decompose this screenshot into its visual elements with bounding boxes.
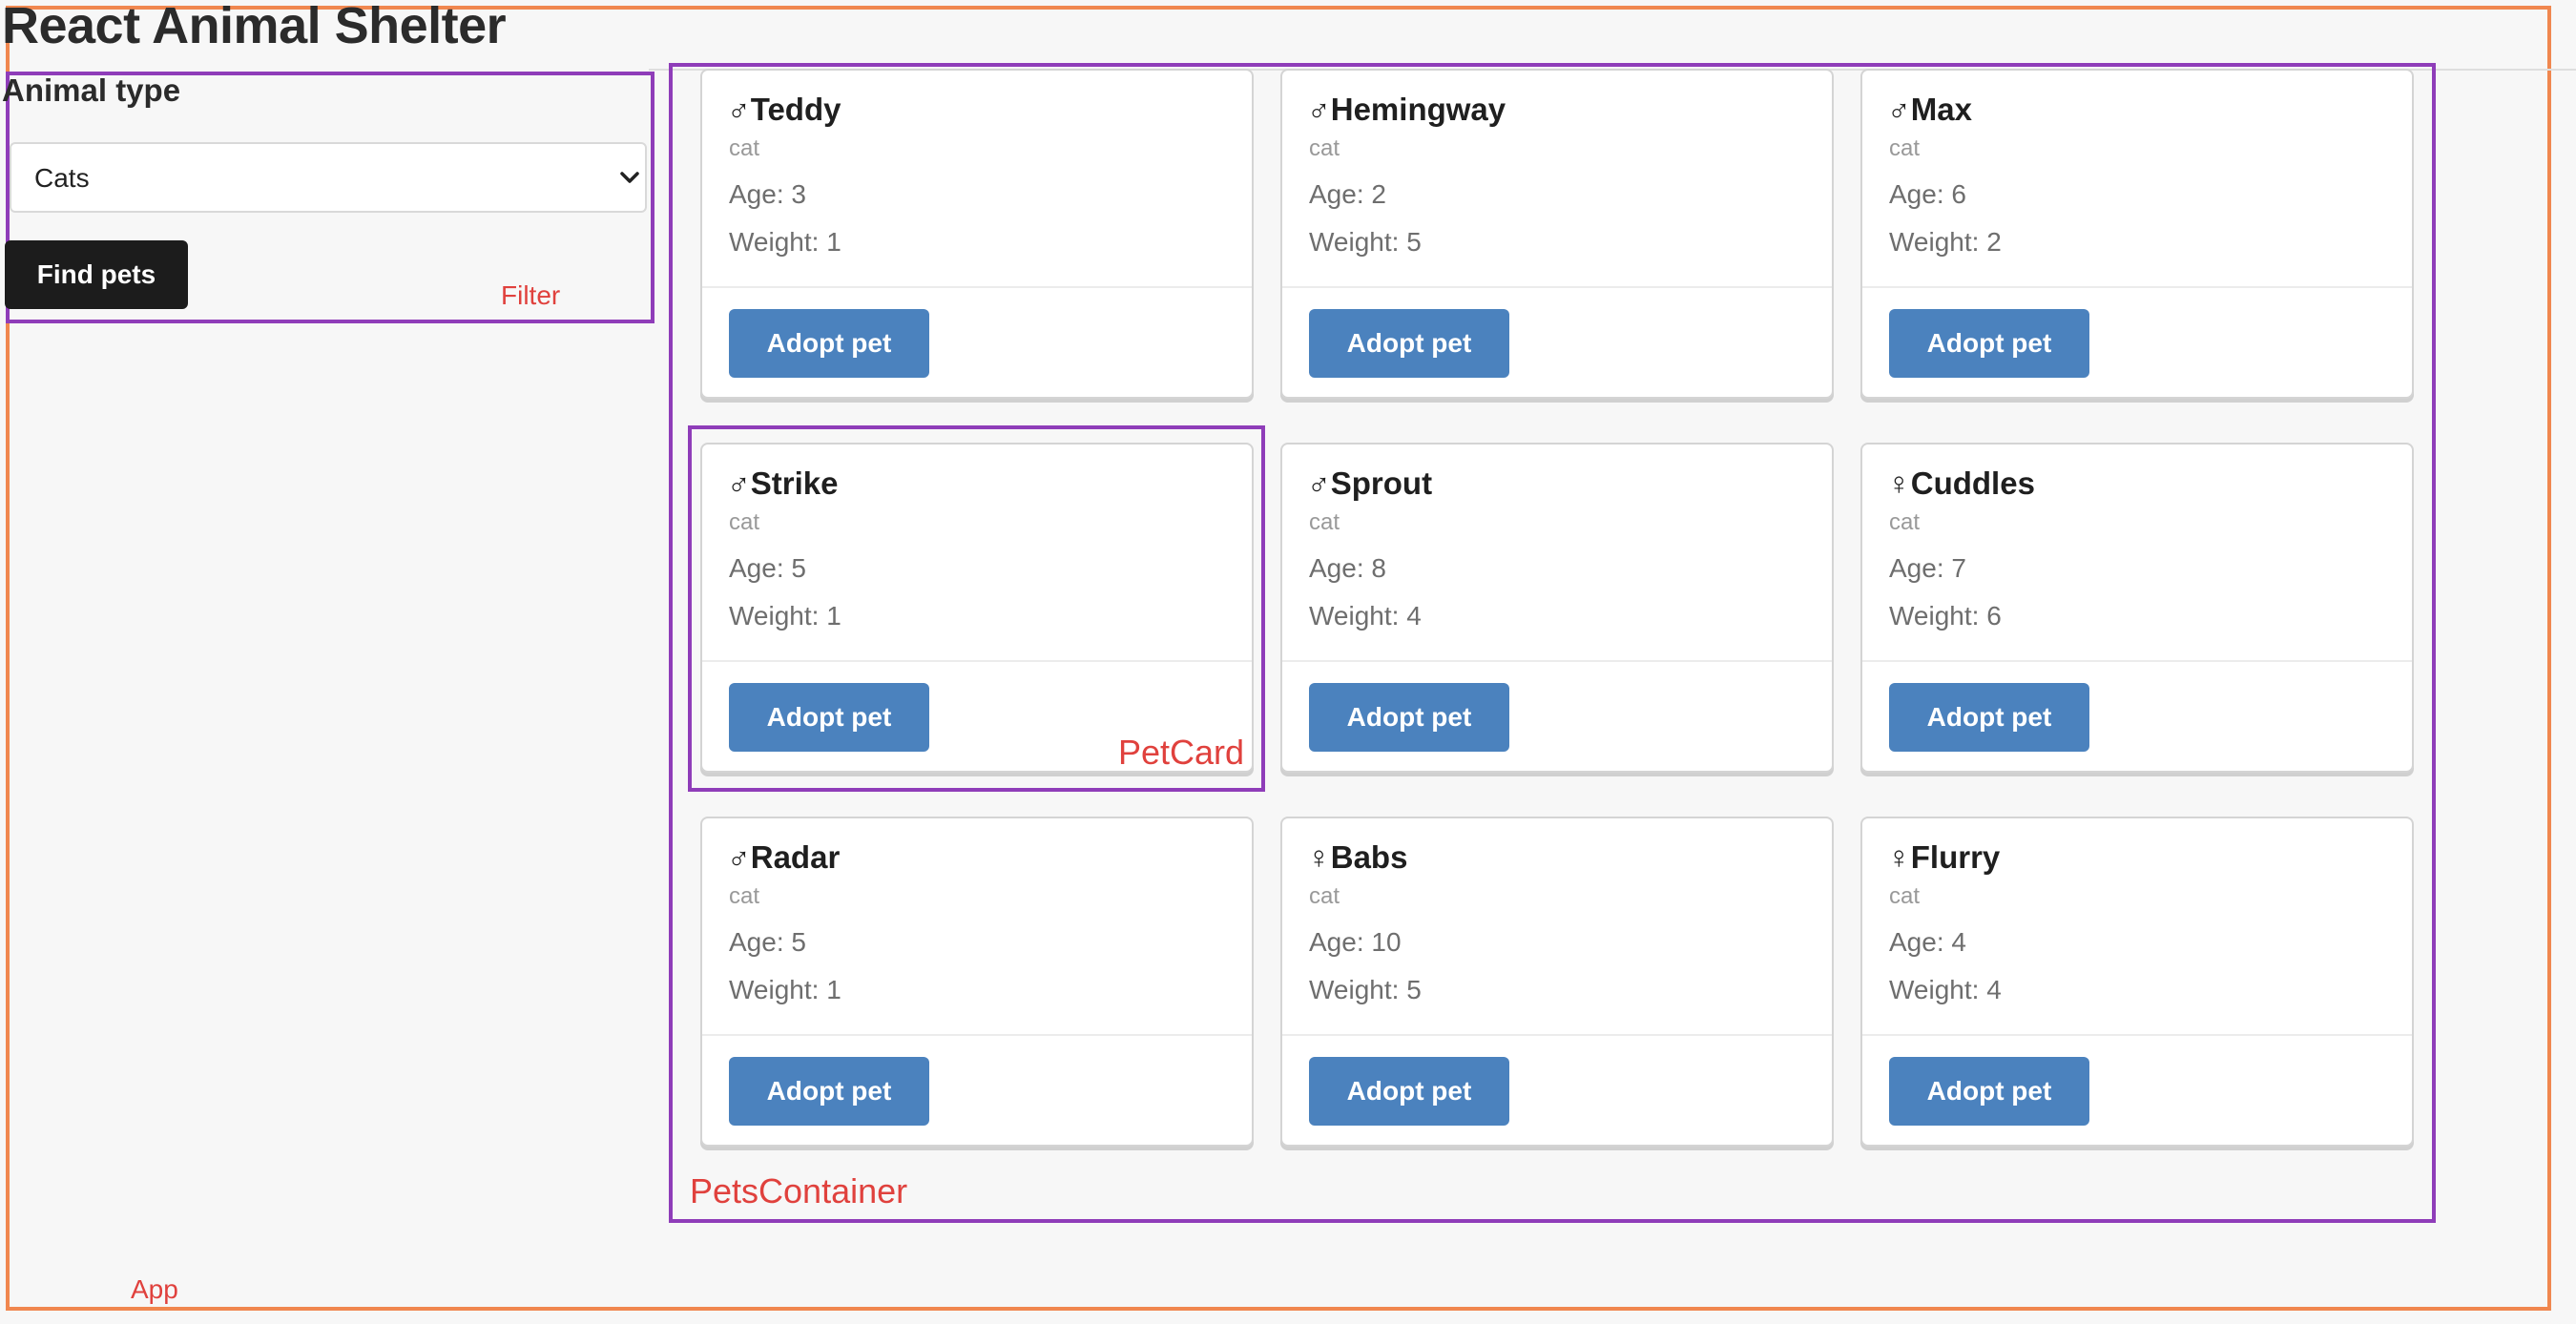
pet-card: ♂Sprout cat Age: 8 Weight: 4 Adopt pet (1280, 443, 1834, 773)
page-title: React Animal Shelter (2, 0, 507, 54)
card-divider (1282, 286, 1832, 288)
pets-container-component-label: PetsContainer (690, 1171, 908, 1210)
card-divider (1862, 660, 2412, 662)
pet-name: ♂Max (1887, 92, 1972, 127)
pet-type: cat (1889, 135, 1921, 161)
filter-component-label: Filter (501, 280, 561, 310)
pet-name: ♂Sprout (1307, 465, 1433, 501)
pet-age: Age: 8 (1309, 553, 1386, 583)
chevron-down-icon (620, 172, 639, 183)
pet-type: cat (1309, 883, 1340, 909)
card-divider (702, 286, 1252, 288)
pet-card: ♀Babs cat Age: 10 Weight: 5 Adopt pet (1280, 817, 1834, 1147)
pet-age: Age: 2 (1309, 179, 1386, 209)
pet-card: ♀Cuddles cat Age: 7 Weight: 6 Adopt pet (1860, 443, 2414, 773)
pet-name: ♀Flurry (1887, 839, 2001, 875)
pet-age: Age: 7 (1889, 553, 1966, 583)
app-component-label: App (131, 1274, 178, 1304)
card-divider (1862, 1034, 2412, 1036)
adopt-pet-button[interactable]: Adopt pet (1889, 309, 2089, 378)
pet-weight: Weight: 4 (1889, 975, 2002, 1004)
pet-type: cat (1889, 509, 1921, 535)
pet-age: Age: 10 (1309, 927, 1402, 957)
pet-card: ♂Max cat Age: 6 Weight: 2 Adopt pet (1860, 69, 2414, 399)
adopt-pet-button[interactable]: Adopt pet (1889, 683, 2089, 752)
pet-weight: Weight: 1 (729, 227, 841, 257)
pet-type: cat (1309, 509, 1340, 535)
pet-weight: Weight: 4 (1309, 601, 1422, 631)
card-divider (1282, 1034, 1832, 1036)
card-divider (702, 1034, 1252, 1036)
card-divider (1862, 286, 2412, 288)
pet-age: Age: 4 (1889, 927, 1966, 957)
pet-name: ♀Babs (1307, 839, 1408, 875)
pet-name: ♂Hemingway (1307, 92, 1506, 127)
pet-type: cat (1889, 883, 1921, 909)
card-divider (1282, 660, 1832, 662)
adopt-pet-button[interactable]: Adopt pet (729, 1057, 929, 1126)
adopt-pet-button[interactable]: Adopt pet (1309, 683, 1509, 752)
pet-weight: Weight: 5 (1309, 227, 1422, 257)
pet-card: ♀Flurry cat Age: 4 Weight: 4 Adopt pet (1860, 817, 2414, 1147)
pet-weight: Weight: 2 (1889, 227, 2002, 257)
pet-type: cat (729, 883, 760, 909)
find-pets-button[interactable]: Find pets (5, 240, 188, 309)
animal-type-heading: Animal type (2, 72, 181, 108)
pet-age: Age: 5 (729, 927, 806, 957)
pet-name: ♂Teddy (727, 92, 841, 127)
pet-name: ♂Radar (727, 839, 841, 875)
adopt-pet-button[interactable]: Adopt pet (1309, 309, 1509, 378)
pet-card: ♂Radar cat Age: 5 Weight: 1 Adopt pet (700, 817, 1254, 1147)
animal-type-select[interactable]: Cats (10, 142, 647, 213)
pet-age: Age: 6 (1889, 179, 1966, 209)
adopt-pet-button[interactable]: Adopt pet (1889, 1057, 2089, 1126)
petcard-component-label: PetCard (1118, 733, 1245, 772)
adopt-pet-button[interactable]: Adopt pet (1309, 1057, 1509, 1126)
pet-weight: Weight: 6 (1889, 601, 2002, 631)
pet-age: Age: 3 (729, 179, 806, 209)
pet-type: cat (1309, 135, 1340, 161)
pet-weight: Weight: 1 (729, 975, 841, 1004)
pet-name: ♀Cuddles (1887, 465, 2035, 501)
pet-weight: Weight: 5 (1309, 975, 1422, 1004)
pet-type: cat (729, 135, 760, 161)
pet-card: ♂Hemingway cat Age: 2 Weight: 5 Adopt pet (1280, 69, 1834, 399)
adopt-pet-button[interactable]: Adopt pet (729, 309, 929, 378)
pet-card: ♂Teddy cat Age: 3 Weight: 1 Adopt pet (700, 69, 1254, 399)
